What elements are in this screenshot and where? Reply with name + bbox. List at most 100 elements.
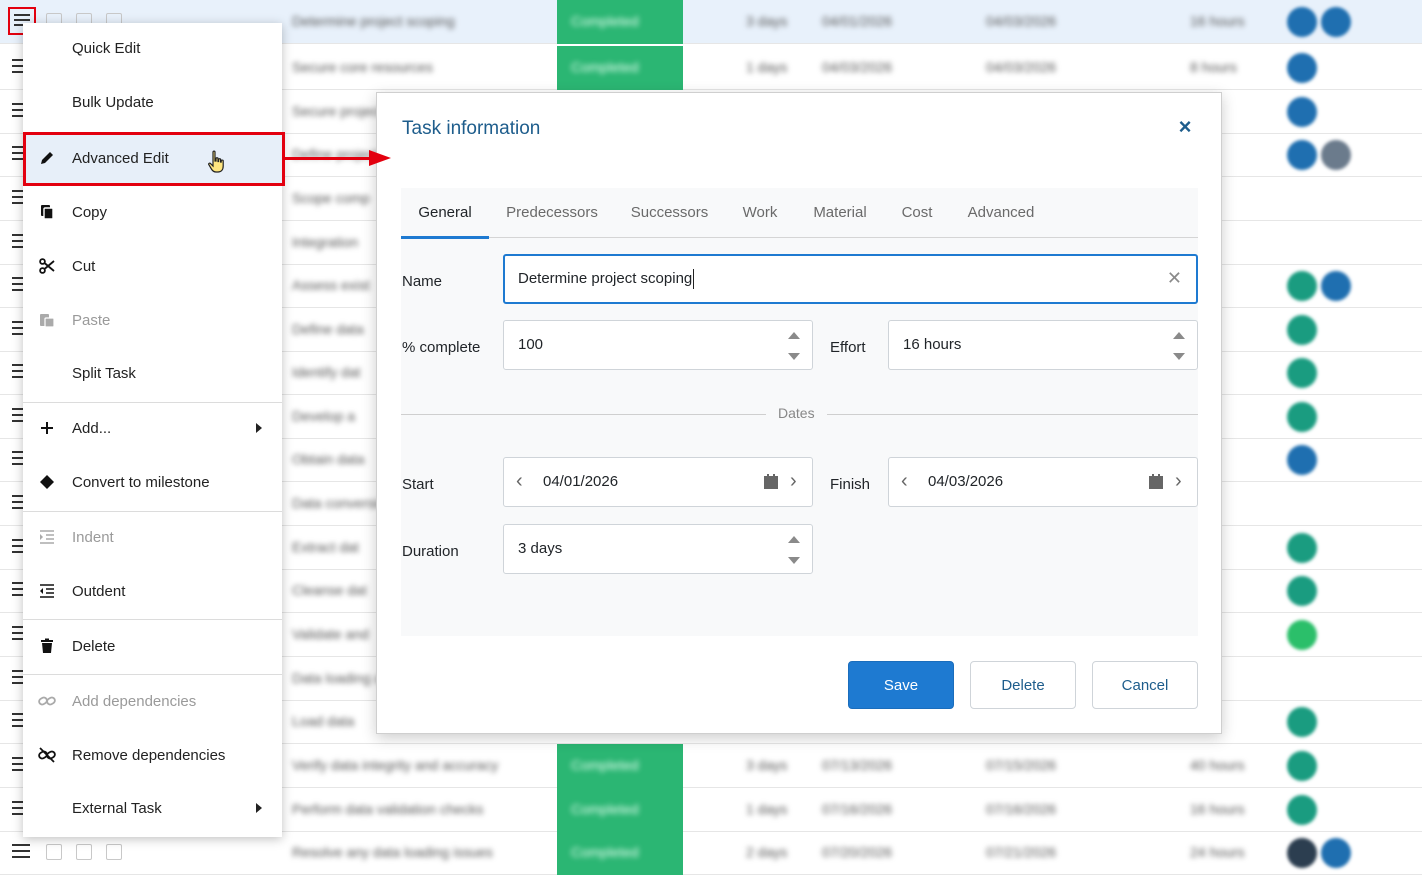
calendar-icon[interactable] — [764, 474, 778, 489]
effort-input[interactable]: 16 hours — [888, 320, 1198, 370]
avatar — [1287, 838, 1317, 868]
menu-item-delete[interactable]: Delete — [23, 621, 282, 671]
percent-complete-value: 100 — [518, 336, 544, 353]
menu-item-outdent[interactable]: Outdent — [23, 566, 282, 616]
row-menu-icon[interactable] — [12, 844, 30, 860]
effort-spinner[interactable] — [1173, 332, 1185, 360]
scissors-icon — [37, 256, 57, 276]
task-name-cell: Scope comp — [292, 190, 370, 206]
start-cell: 07/16/2026 — [822, 801, 893, 817]
note-icon[interactable] — [46, 844, 62, 860]
menu-item-external-task[interactable]: External Task — [23, 783, 282, 833]
tab-general[interactable]: General — [401, 188, 489, 239]
menu-item-label: Remove dependencies — [72, 746, 226, 764]
task-name-cell: Load data — [292, 713, 355, 729]
status-badge: Completed — [557, 0, 683, 44]
avatar — [1287, 445, 1317, 475]
menu-item-add-dependencies[interactable]: Add dependencies — [23, 676, 282, 726]
chevron-right-icon[interactable]: › — [790, 470, 797, 492]
menu-item-cut[interactable]: Cut — [23, 241, 282, 291]
task-name-cell: Cleanse dat — [292, 582, 367, 598]
delete-button[interactable]: Delete — [970, 661, 1076, 709]
outdent-icon — [37, 581, 57, 601]
task-name-cell: Perform data validation checks — [292, 801, 484, 817]
menu-item-bulk-update[interactable]: Bulk Update — [23, 77, 282, 127]
grid-icon[interactable] — [106, 844, 122, 860]
avatar — [1287, 358, 1317, 388]
chevron-right-icon[interactable]: › — [1175, 470, 1182, 492]
menu-item-add[interactable]: Add... — [23, 403, 282, 453]
table-row[interactable]: Resolve any data loading issues Completed… — [0, 831, 1422, 875]
avatar — [1287, 576, 1317, 606]
calendar-icon[interactable] — [1149, 474, 1163, 489]
chevron-left-icon[interactable]: ‹ — [516, 470, 523, 492]
trash-icon — [37, 636, 57, 656]
duration-cell: 2 days — [746, 844, 788, 860]
name-label: Name — [402, 273, 443, 290]
spin-down-icon[interactable] — [788, 353, 800, 360]
percent-complete-input[interactable]: 100 — [503, 320, 813, 370]
duration-cell: 3 days — [746, 13, 788, 29]
annotation-arrow-head — [369, 150, 391, 166]
dialog-title: Task information — [402, 118, 541, 139]
start-cell: 04/01/2026 — [822, 13, 893, 29]
cancel-button[interactable]: Cancel — [1092, 661, 1198, 709]
tab-cost[interactable]: Cost — [891, 188, 943, 238]
avatar — [1287, 53, 1317, 83]
avatar — [1287, 533, 1317, 563]
menu-separator — [23, 402, 282, 403]
menu-item-label: Bulk Update — [72, 93, 154, 111]
menu-separator — [23, 674, 282, 675]
menu-item-copy[interactable]: Copy — [23, 187, 282, 237]
task-name-cell: Assess exist — [292, 277, 370, 293]
chevron-left-icon[interactable]: ‹ — [901, 470, 908, 492]
menu-item-advanced-edit[interactable]: Advanced Edit — [23, 133, 282, 183]
spin-down-icon[interactable] — [788, 557, 800, 564]
tab-predecessors[interactable]: Predecessors — [494, 188, 610, 238]
name-input[interactable]: Determine project scoping ✕ — [503, 254, 1198, 304]
submenu-arrow-icon — [256, 423, 262, 433]
spin-down-icon[interactable] — [1173, 353, 1185, 360]
menu-item-indent[interactable]: Indent — [23, 512, 282, 562]
tab-work[interactable]: Work — [731, 188, 789, 238]
finish-cell: 04/03/2026 — [986, 59, 1057, 75]
plus-icon — [37, 418, 57, 438]
menu-item-label: Add... — [72, 419, 112, 437]
status-text: Completed — [571, 59, 639, 75]
spin-up-icon[interactable] — [1173, 332, 1185, 339]
spin-up-icon[interactable] — [788, 332, 800, 339]
task-name-cell: Develop a — [292, 408, 356, 424]
menu-separator — [23, 619, 282, 620]
menu-item-split-task[interactable]: Split Task — [23, 348, 282, 398]
duration-spinner[interactable] — [788, 536, 800, 564]
avatar — [1287, 751, 1317, 781]
menu-item-label: Cut — [72, 257, 96, 275]
tab-material[interactable]: Material — [801, 188, 879, 238]
clear-icon[interactable]: ✕ — [1167, 268, 1182, 289]
comment-icon[interactable] — [76, 844, 92, 860]
menu-item-remove-dependencies[interactable]: Remove dependencies — [23, 730, 282, 780]
menu-item-quick-edit[interactable]: Quick Edit — [23, 23, 282, 73]
duration-cell: 1 days — [746, 59, 788, 75]
start-label: Start — [402, 476, 434, 493]
avatar — [1287, 97, 1317, 127]
duration-input[interactable]: 3 days — [503, 524, 813, 574]
text-caret — [693, 269, 694, 289]
save-button[interactable]: Save — [848, 661, 954, 709]
tab-advanced[interactable]: Advanced — [956, 188, 1046, 238]
finish-date-picker[interactable]: ‹ 04/03/2026 › — [888, 457, 1198, 507]
menu-item-paste[interactable]: Paste — [23, 295, 282, 345]
menu-item-convert-to-milestone[interactable]: Convert to milestone — [23, 457, 282, 507]
spin-up-icon[interactable] — [788, 536, 800, 543]
finish-cell: 07/21/2026 — [986, 844, 1057, 860]
close-button[interactable]: × — [1173, 114, 1197, 139]
percent-spinner[interactable] — [788, 332, 800, 360]
menu-item-label: Delete — [72, 637, 116, 655]
task-name-cell: Determine project scoping — [292, 13, 455, 29]
task-name-cell: Validate and — [292, 626, 369, 642]
hand-cursor-icon — [208, 150, 224, 173]
tab-successors[interactable]: Successors — [621, 188, 718, 238]
effort-label: Effort — [830, 339, 866, 356]
start-date-picker[interactable]: ‹ 04/01/2026 › — [503, 457, 813, 507]
row-action-icons[interactable] — [46, 844, 136, 865]
